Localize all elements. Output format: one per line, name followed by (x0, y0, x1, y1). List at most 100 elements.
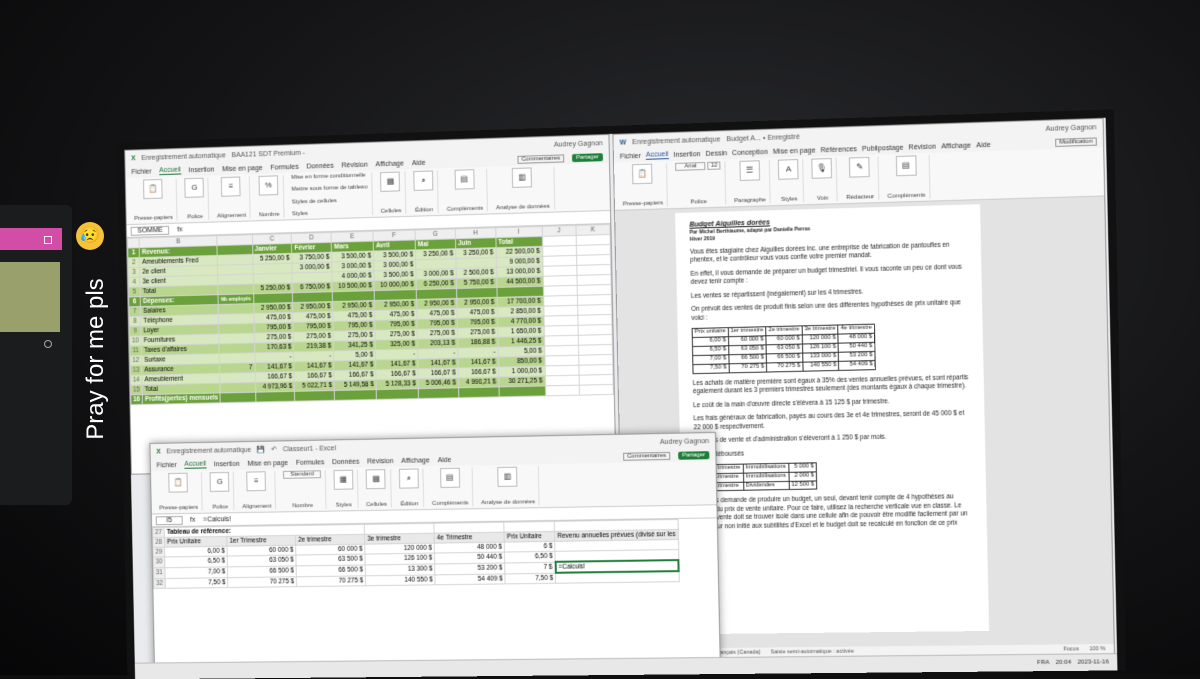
addins-icon[interactable]: ▤ (895, 155, 916, 176)
cells-icon[interactable]: ▦ (366, 469, 386, 489)
align-icon[interactable]: ≡ (247, 471, 267, 491)
row-number[interactable]: 12 (130, 355, 142, 365)
tab-insertion[interactable]: Insertion (188, 166, 214, 174)
analysis-icon[interactable]: ▥ (498, 467, 518, 487)
paste-icon[interactable]: 📋 (632, 164, 652, 185)
cells-icon[interactable]: ▦ (380, 172, 400, 192)
bold-icon[interactable]: G (185, 178, 205, 198)
cell[interactable]: 54 409 $ (435, 573, 505, 584)
tab-affichage[interactable]: Affichage (941, 142, 971, 150)
undo-icon[interactable]: ↶ (271, 445, 277, 453)
row-number[interactable]: 2 (128, 258, 140, 268)
language-indicator[interactable]: FRA (1037, 660, 1050, 666)
tab-affichage[interactable]: Affichage (401, 457, 430, 464)
tab-revision[interactable]: Révision (908, 143, 936, 151)
share-button[interactable]: Partager (572, 153, 603, 162)
cell[interactable]: 140 550 $ (366, 574, 436, 585)
tab-accueil[interactable]: Accueil (646, 151, 669, 160)
tab-aide[interactable]: Aide (438, 456, 452, 463)
namebox[interactable]: SOMME (131, 225, 170, 235)
tab-references[interactable]: Références (821, 146, 858, 154)
search-icon[interactable]: ⌕ (399, 468, 419, 488)
font-select[interactable]: Arial (675, 162, 705, 171)
tab-formules[interactable]: Formules (270, 163, 298, 171)
percent-icon[interactable]: % (259, 175, 279, 195)
row-number[interactable]: 32 (154, 578, 166, 588)
row-number[interactable]: 8 (129, 316, 141, 326)
tab-affichage[interactable]: Affichage (375, 160, 404, 168)
cell[interactable]: 70 275 $ (297, 575, 366, 586)
row-number[interactable]: 4 (128, 277, 140, 287)
tab-dessin[interactable]: Dessin (705, 150, 727, 158)
row-number[interactable]: 31 (153, 567, 165, 578)
row-number[interactable]: 11 (130, 346, 142, 356)
cell[interactable]: 7,50 $ (505, 573, 556, 584)
search-icon[interactable]: ⌕ (413, 170, 433, 190)
tab-donnees[interactable]: Données (332, 458, 359, 465)
tab-aide[interactable]: Aide (976, 141, 991, 149)
comments-button[interactable]: Commentaires (517, 154, 564, 163)
number-format-select[interactable]: Standard (283, 470, 320, 479)
predict-status[interactable]: Saisie semi-automatique : activée (770, 649, 854, 656)
focus-button[interactable]: Focus (1063, 646, 1079, 652)
row-number[interactable]: 13 (130, 365, 142, 375)
row-number[interactable]: 3 (128, 267, 140, 277)
cell[interactable]: 7,50 $ (165, 577, 228, 588)
tab-revision[interactable]: Révision (367, 458, 393, 465)
row-number[interactable]: 9 (129, 326, 141, 336)
tab-mise-en-page[interactable]: Mise en page (773, 147, 816, 155)
bold-icon[interactable]: G (210, 472, 230, 492)
row-number[interactable]: 29 (153, 547, 165, 557)
comments-button[interactable]: Commentaires (623, 452, 670, 461)
tab-conception[interactable]: Conception (732, 148, 768, 156)
format-table-button[interactable]: Mettre sous forme de tableau (291, 185, 367, 193)
microphone-icon[interactable]: 🎙 (812, 158, 833, 179)
tab-insertion[interactable]: Insertion (673, 151, 700, 159)
tab-formules[interactable]: Formules (296, 459, 324, 466)
tab-revision[interactable]: Révision (341, 161, 367, 169)
font-size-select[interactable]: 12 (708, 161, 721, 169)
tab-mise-en-page[interactable]: Mise en page (247, 460, 288, 468)
clock-time[interactable]: 20:04 (1056, 660, 1072, 666)
cell[interactable]: 7,00 $ (165, 566, 228, 578)
language-status[interactable]: Français (Canada) (714, 650, 760, 656)
styles-icon[interactable]: ▦ (333, 470, 353, 490)
paste-icon[interactable]: 📋 (168, 473, 188, 493)
tab-fichier[interactable]: Fichier (157, 462, 177, 469)
cell[interactable]: 7 $ (505, 562, 556, 574)
editor-icon[interactable]: ✎ (849, 157, 870, 178)
tab-fichier[interactable]: Fichier (131, 168, 151, 175)
addins-icon[interactable]: ▤ (440, 468, 460, 488)
align-icon[interactable]: ≡ (221, 177, 241, 197)
cell[interactable]: 6,50 $ (505, 551, 556, 562)
share-button[interactable]: Partager (678, 451, 709, 460)
formula-input[interactable]: =Calculs! (203, 516, 231, 523)
namebox[interactable]: I5 (156, 515, 183, 524)
row-number[interactable]: 30 (153, 557, 165, 567)
editing-mode-button[interactable]: Modification (1055, 137, 1097, 146)
row-number[interactable]: 14 (130, 375, 142, 385)
profits-label[interactable]: Profits(pertes) mensuels (142, 393, 220, 404)
tab-insertion[interactable]: Insertion (214, 460, 240, 467)
list-icon[interactable]: ☰ (739, 160, 760, 181)
zoom-level[interactable]: 100 % (1089, 646, 1114, 652)
tab-publipostage[interactable]: Publipostage (862, 144, 903, 152)
tab-donnees[interactable]: Données (306, 162, 333, 170)
row-number[interactable]: 7 (129, 307, 141, 317)
document-page[interactable]: Budget Aiguilles dorées Par Michel Berth… (675, 204, 989, 634)
tab-mise-en-page[interactable]: Mise en page (222, 164, 263, 172)
analysis-icon[interactable]: ▥ (512, 167, 532, 188)
addins-icon[interactable]: ▤ (454, 169, 474, 189)
excel-window-budget[interactable]: X Enregistrement automatique BAA121 SDT … (124, 134, 616, 475)
cell[interactable] (556, 571, 679, 583)
styles-icon[interactable]: A (778, 159, 799, 180)
tab-accueil[interactable]: Accueil (184, 461, 206, 469)
cell[interactable]: 70 275 $ (228, 576, 297, 587)
excel-window-classeur1[interactable]: X Enregistrement automatique 💾 ↶ Classeu… (149, 432, 721, 679)
row-number[interactable]: 10 (130, 336, 142, 346)
tab-fichier[interactable]: Fichier (620, 152, 641, 160)
cell-styles-button[interactable]: Styles de cellules (292, 198, 337, 205)
tab-accueil[interactable]: Accueil (159, 167, 181, 176)
clock-date[interactable]: 2023-11-16 (1077, 659, 1109, 665)
save-icon[interactable]: 💾 (257, 446, 266, 454)
